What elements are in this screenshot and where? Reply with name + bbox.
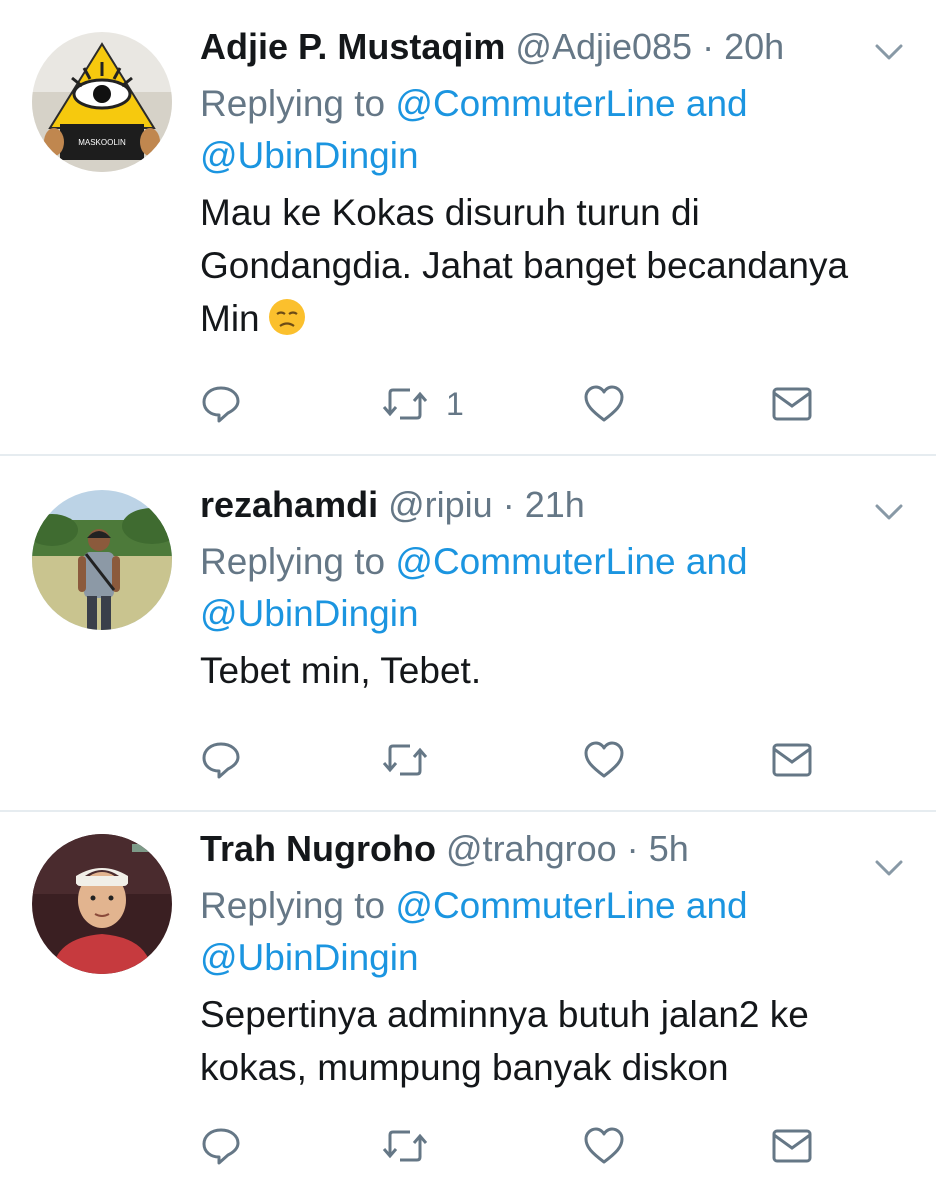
mention-and[interactable]: and xyxy=(686,885,748,926)
avatar-logo-text: MASKOOLIN xyxy=(78,138,126,147)
reply-icon xyxy=(202,386,240,423)
mention-and[interactable]: and xyxy=(686,83,748,124)
tweet[interactable]: Trah Nugroho @trahgroo · 5h Replying to … xyxy=(0,812,936,1200)
like-button[interactable] xyxy=(582,736,626,784)
direct-message-icon xyxy=(772,743,812,777)
direct-message-icon xyxy=(772,387,812,421)
heart-icon xyxy=(584,1127,624,1164)
reply-icon xyxy=(202,1128,240,1165)
tweet-text: Sepertinya adminnya butuh jalan2 ke koka… xyxy=(200,994,809,1088)
retweet-button[interactable]: 1 xyxy=(382,380,464,428)
tweet-actions: 1 xyxy=(200,380,836,428)
separator-dot: · xyxy=(626,828,639,869)
tweet-content: Adjie P. Mustaqim @Adjie085 · 20h Replyi… xyxy=(200,24,856,345)
heart-icon xyxy=(584,741,624,778)
tweet-actions xyxy=(200,736,836,784)
reply-button[interactable] xyxy=(200,736,242,784)
replying-to: Replying to @CommuterLine and @UbinDingi… xyxy=(200,880,856,984)
retweet-icon xyxy=(382,744,428,776)
tweet-text: Tebet min, Tebet. xyxy=(200,650,482,691)
mention-link[interactable]: @CommuterLine xyxy=(395,541,675,582)
retweet-icon xyxy=(382,1130,428,1162)
retweet-icon xyxy=(382,388,428,420)
reply-button[interactable] xyxy=(200,1122,242,1170)
timestamp[interactable]: 5h xyxy=(649,828,689,869)
like-button[interactable] xyxy=(582,1122,626,1170)
mention-and[interactable]: and xyxy=(686,541,748,582)
replying-to-label: Replying to xyxy=(200,541,386,582)
mention-link[interactable]: @UbinDingin xyxy=(200,937,419,978)
mention-link[interactable]: @UbinDingin xyxy=(200,135,419,176)
direct-message-button[interactable] xyxy=(770,380,814,428)
chevron-down-icon[interactable] xyxy=(874,502,904,522)
tweet-content: Trah Nugroho @trahgroo · 5h Replying to … xyxy=(200,826,856,1094)
retweet-button[interactable] xyxy=(382,736,428,784)
tweet-text: Mau ke Kokas disuruh turun di Gondangdia… xyxy=(200,186,856,345)
reply-button[interactable] xyxy=(200,380,242,428)
separator-dot: · xyxy=(702,26,715,67)
replying-to-label: Replying to xyxy=(200,83,386,124)
tweet[interactable]: rezahamdi @ripiu · 21h Replying to @Comm… xyxy=(0,456,936,812)
timestamp[interactable]: 20h xyxy=(724,26,784,67)
heart-icon xyxy=(584,385,624,422)
mention-link[interactable]: @CommuterLine xyxy=(395,83,675,124)
replying-to: Replying to @CommuterLine and @UbinDingi… xyxy=(200,536,856,640)
tweet-header: Adjie P. Mustaqim @Adjie085 · 20h xyxy=(200,24,856,70)
direct-message-icon xyxy=(772,1129,812,1163)
tweet[interactable]: MASKOOLIN Adjie P. Mustaqim @Adjie085 · … xyxy=(0,0,936,456)
replying-to-label: Replying to xyxy=(200,885,386,926)
tweet-header: rezahamdi @ripiu · 21h xyxy=(200,482,856,528)
mention-link[interactable]: @UbinDingin xyxy=(200,593,419,634)
user-handle[interactable]: @ripiu xyxy=(388,484,493,525)
avatar[interactable]: MASKOOLIN xyxy=(32,32,172,172)
like-button[interactable] xyxy=(582,380,626,428)
chevron-down-icon[interactable] xyxy=(874,858,904,878)
display-name[interactable]: Trah Nugroho xyxy=(200,828,436,869)
display-name[interactable]: rezahamdi xyxy=(200,484,378,525)
retweet-button[interactable] xyxy=(382,1122,428,1170)
separator-dot: · xyxy=(502,484,515,525)
tweet-content: rezahamdi @ripiu · 21h Replying to @Comm… xyxy=(200,482,856,697)
direct-message-button[interactable] xyxy=(770,1122,814,1170)
chevron-down-icon[interactable] xyxy=(874,42,904,62)
retweet-count: 1 xyxy=(446,385,464,422)
display-name[interactable]: Adjie P. Mustaqim xyxy=(200,26,505,67)
user-handle[interactable]: @trahgroo xyxy=(446,828,617,869)
tweet-header: Trah Nugroho @trahgroo · 5h xyxy=(200,826,856,872)
user-handle[interactable]: @Adjie085 xyxy=(515,26,692,67)
avatar[interactable] xyxy=(32,490,172,630)
disappointed-face-emoji xyxy=(266,295,308,337)
tweet-feed: MASKOOLIN Adjie P. Mustaqim @Adjie085 · … xyxy=(0,0,936,1200)
reply-icon xyxy=(202,742,240,779)
direct-message-button[interactable] xyxy=(770,736,814,784)
timestamp[interactable]: 21h xyxy=(525,484,585,525)
avatar[interactable] xyxy=(32,834,172,974)
replying-to: Replying to @CommuterLine and @UbinDingi… xyxy=(200,78,856,182)
mention-link[interactable]: @CommuterLine xyxy=(395,885,675,926)
tweet-actions xyxy=(200,1122,836,1170)
